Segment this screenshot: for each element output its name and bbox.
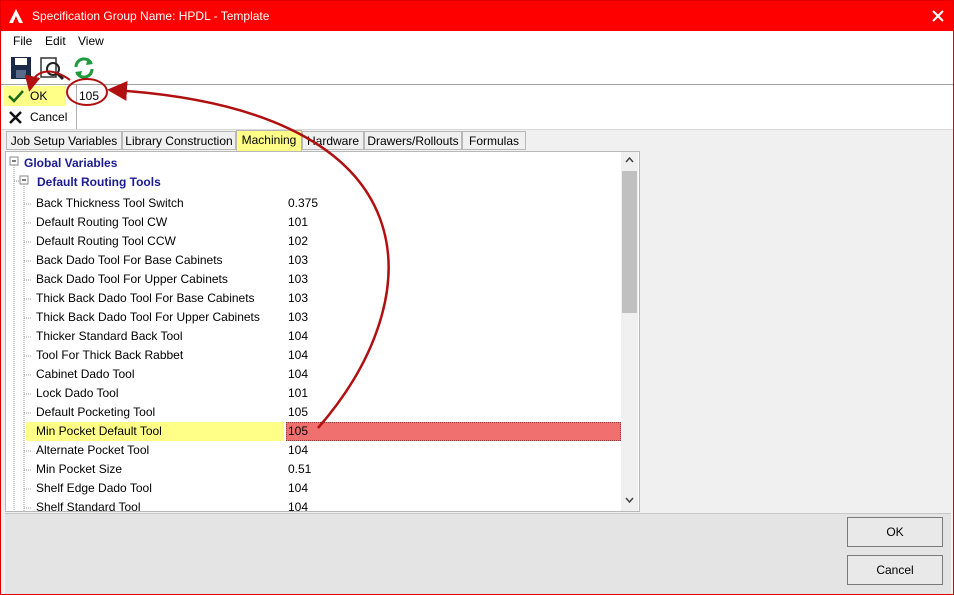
table-row[interactable]: Thick Back Dado Tool For Upper Cabinets 1…	[6, 308, 621, 327]
checkmark-icon	[8, 90, 24, 103]
variable-name: Min Pocket Size	[36, 462, 123, 476]
tab-formulas[interactable]: Formulas	[462, 131, 526, 150]
variable-name: Back Dado Tool For Upper Cabinets	[36, 272, 228, 286]
row-value-highlight[interactable]	[286, 422, 621, 441]
toolbar	[1, 51, 953, 85]
variable-value[interactable]: 105	[288, 424, 308, 438]
variable-value[interactable]: 103	[288, 272, 308, 286]
dialog-window: Specification Group Name: HPDL - Templat…	[0, 0, 954, 595]
variable-value[interactable]: 103	[288, 253, 308, 267]
vertical-scrollbar[interactable]	[621, 152, 638, 511]
table-row[interactable]: Back Thickness Tool Switch 0.375	[6, 194, 621, 213]
variable-value[interactable]: 0.375	[288, 196, 318, 210]
variable-value[interactable]: 102	[288, 234, 308, 248]
variable-name: Shelf Standard Tool	[36, 500, 141, 512]
variable-name: Default Pocketing Tool	[36, 405, 156, 419]
variable-name: Thick Back Dado Tool For Base Cabinets	[36, 291, 255, 305]
tab-library-construction[interactable]: Library Construction	[122, 131, 236, 150]
table-row[interactable]: Default Routing Tool CW 101	[6, 213, 621, 232]
variable-name: Default Routing Tool CCW	[36, 234, 176, 248]
tab-drawers-rollouts[interactable]: Drawers/Rollouts	[364, 131, 462, 150]
variable-value[interactable]: 104	[288, 443, 308, 457]
variable-name: Lock Dado Tool	[36, 386, 119, 400]
variable-value[interactable]: 103	[288, 291, 308, 305]
refresh-icon[interactable]	[71, 55, 97, 81]
accept-label: OK	[30, 89, 48, 103]
ok-button[interactable]: OK	[847, 517, 943, 547]
variable-name: Back Thickness Tool Switch	[36, 196, 184, 210]
menu-file[interactable]: File	[13, 34, 32, 48]
variable-name: Shelf Edge Dado Tool	[36, 481, 152, 495]
value-input[interactable]: 105	[79, 89, 99, 103]
variables-tree: Global Variables Default Routing Tools B…	[5, 151, 640, 512]
table-row[interactable]: Lock Dado Tool 101	[6, 384, 621, 403]
variable-value[interactable]: 104	[288, 348, 308, 362]
scroll-down-icon[interactable]	[625, 497, 634, 503]
tab-machining[interactable]: Machining	[236, 130, 302, 151]
close-icon[interactable]	[929, 7, 947, 25]
variable-name: Min Pocket Default Tool	[36, 424, 162, 438]
menu-edit[interactable]: Edit	[45, 34, 66, 48]
table-row[interactable]: Min Pocket Default Tool 105	[6, 422, 621, 441]
save-icon[interactable]	[9, 55, 35, 81]
variable-name: Thick Back Dado Tool For Upper Cabinets	[36, 310, 260, 324]
table-row[interactable]: Cabinet Dado Tool 104	[6, 365, 621, 384]
variable-value[interactable]: 104	[288, 500, 308, 511]
tree-group-default-routing-tools[interactable]: Default Routing Tools	[37, 175, 161, 189]
variable-value[interactable]: 104	[288, 329, 308, 343]
table-row[interactable]: Back Dado Tool For Upper Cabinets 103	[6, 270, 621, 289]
tab-job-setup-variables[interactable]: Job Setup Variables	[6, 131, 122, 150]
table-row[interactable]: Min Pocket Size 0.51	[6, 460, 621, 479]
variable-name: Alternate Pocket Tool	[36, 443, 150, 457]
cancel-edit-button[interactable]: Cancel	[4, 107, 70, 127]
accept-cancel-panel: OK Cancel	[4, 85, 77, 129]
window-title: Specification Group Name: HPDL - Templat…	[32, 9, 270, 23]
variable-value[interactable]: 103	[288, 310, 308, 324]
variable-value[interactable]: 104	[288, 367, 308, 381]
variable-value[interactable]: 101	[288, 215, 308, 229]
table-row[interactable]: Shelf Standard Tool 104	[6, 498, 621, 512]
x-icon	[9, 111, 22, 124]
variable-value[interactable]: 104	[288, 481, 308, 495]
table-row[interactable]: Thicker Standard Back Tool 104	[6, 327, 621, 346]
variable-name: Cabinet Dado Tool	[36, 367, 135, 381]
tab-hardware[interactable]: Hardware	[302, 131, 364, 150]
cancel-edit-label: Cancel	[30, 110, 68, 124]
table-row[interactable]: Default Routing Tool CCW 102	[6, 232, 621, 251]
scroll-thumb[interactable]	[622, 171, 637, 313]
table-row[interactable]: Thick Back Dado Tool For Base Cabinets 10…	[6, 289, 621, 308]
variable-name: Tool For Thick Back Rabbet	[36, 348, 184, 362]
menu-bar: File Edit View	[1, 31, 953, 51]
tree-root-global-variables[interactable]: Global Variables	[24, 156, 117, 170]
scroll-up-icon[interactable]	[625, 157, 634, 163]
variable-name: Thicker Standard Back Tool	[36, 329, 183, 343]
table-row[interactable]: Back Dado Tool For Base Cabinets 103	[6, 251, 621, 270]
variable-name: Back Dado Tool For Base Cabinets	[36, 253, 223, 267]
table-row[interactable]: Default Pocketing Tool 105	[6, 403, 621, 422]
menu-view[interactable]: View	[78, 34, 104, 48]
variable-value[interactable]: 0.51	[288, 462, 311, 476]
table-row[interactable]: Alternate Pocket Tool 104	[6, 441, 621, 460]
variable-name: Default Routing Tool CW	[36, 215, 168, 229]
app-logo-icon	[9, 9, 23, 23]
variable-value[interactable]: 101	[288, 386, 308, 400]
dialog-footer: OK Cancel	[5, 513, 951, 594]
title-bar: Specification Group Name: HPDL - Templat…	[1, 1, 953, 31]
table-row[interactable]: Tool For Thick Back Rabbet 104	[6, 346, 621, 365]
value-editor-row: OK Cancel 105	[1, 85, 953, 130]
table-row[interactable]: Shelf Edge Dado Tool 104	[6, 479, 621, 498]
accept-button[interactable]: OK	[4, 86, 66, 106]
cancel-button[interactable]: Cancel	[847, 555, 943, 585]
variable-value[interactable]: 105	[288, 405, 308, 419]
preview-icon[interactable]	[39, 55, 65, 81]
